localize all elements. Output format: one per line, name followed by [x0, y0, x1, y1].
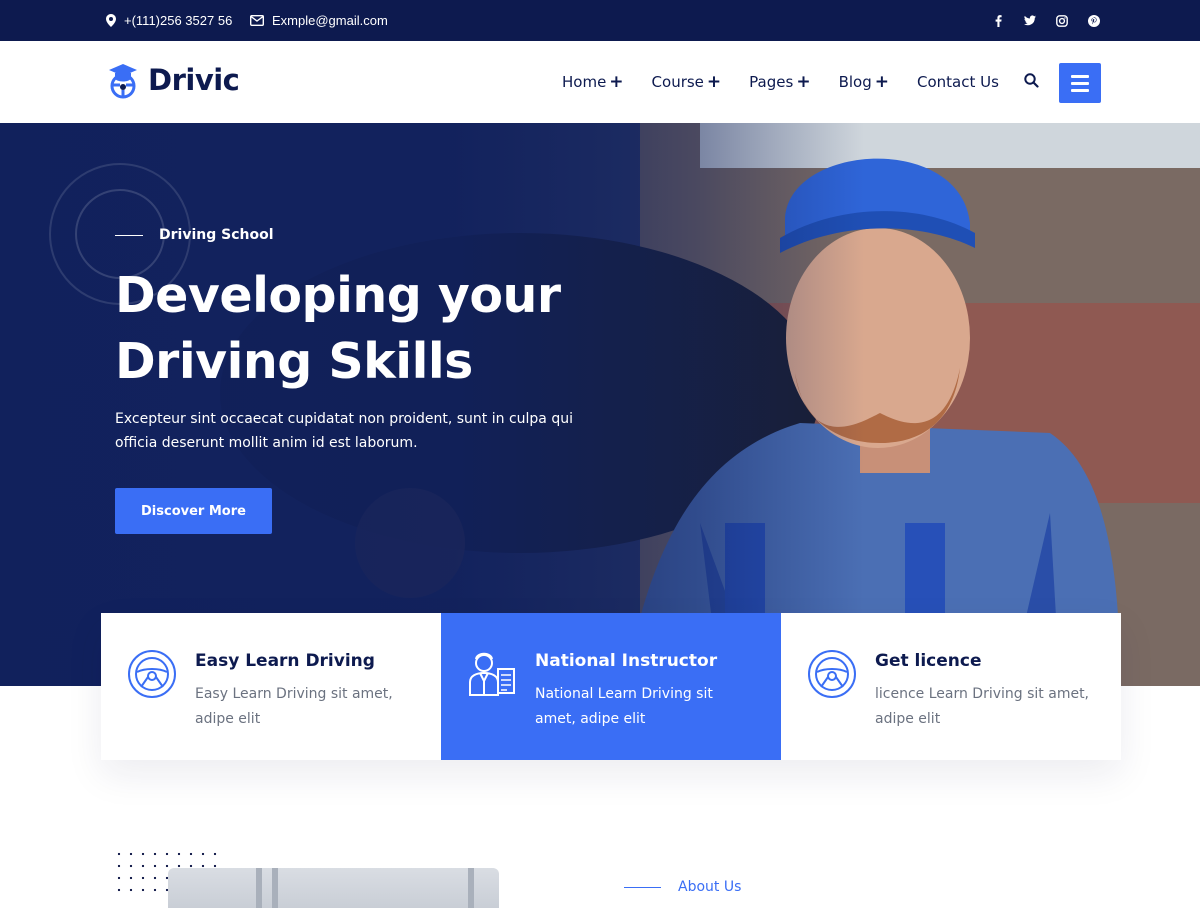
about-label-line — [624, 886, 661, 888]
feature-title: Get licence — [875, 651, 982, 671]
image-detail — [272, 868, 278, 908]
hero-title-line-1: Developing your — [115, 267, 561, 324]
image-detail — [468, 868, 474, 908]
hamburger-menu-button[interactable] — [1059, 63, 1101, 103]
nav-item-label: Pages — [749, 73, 794, 91]
nav-item-contact-us[interactable]: Contact Us — [917, 73, 999, 91]
phone-number: +(111)256 3527 56 — [124, 13, 233, 28]
feature-card-easy-learn-driving[interactable]: Easy Learn Driving Easy Learn Driving si… — [101, 613, 441, 760]
hamburger-line — [1071, 88, 1089, 92]
nav-item-course[interactable]: Course + — [652, 72, 722, 92]
nav-item-label: Contact Us — [916, 73, 999, 91]
envelope-icon — [250, 15, 264, 26]
feature-description: Easy Learn Driving sit amet, adipe elit — [195, 686, 393, 727]
nav-item-pages[interactable]: Pages + — [749, 72, 810, 92]
about-us-label: About Us — [624, 879, 741, 895]
about-label-text: About Us — [678, 879, 742, 895]
feature-description: licence Learn Driving sit amet, adipe el… — [875, 686, 1090, 727]
steering-wheel-icon — [128, 650, 176, 698]
nav-item-blog[interactable]: Blog + — [839, 72, 889, 92]
feature-card-get-licence[interactable]: Get licence licence Learn Driving sit am… — [781, 613, 1121, 760]
facebook-icon[interactable] — [992, 14, 1004, 27]
nav-item-label: Home — [562, 73, 607, 91]
feature-title: Easy Learn Driving — [195, 651, 375, 671]
hero-eyebrow: Driving School — [115, 227, 274, 243]
main-header: Drivic Home + Course + Pages + Blog + Contac… — [0, 41, 1200, 123]
phone-contact[interactable]: +(111)256 3527 56 — [106, 0, 232, 41]
hero-description: Excepteur sint occaecat cupidatat non pr… — [115, 411, 573, 451]
eyebrow-line — [115, 234, 143, 236]
email-contact[interactable]: Exmple@gmail.com — [250, 0, 388, 41]
hamburger-line — [1071, 74, 1089, 78]
plus-icon: + — [874, 72, 889, 92]
feature-title: National Instructor — [535, 651, 718, 671]
about-image — [168, 868, 499, 908]
hero-section: Driving School Developing your Driving S… — [0, 123, 1200, 686]
steering-wheel-icon — [808, 650, 856, 698]
hero-title-line-2: Driving Skills — [115, 333, 473, 390]
social-links — [992, 0, 1100, 41]
discover-more-button[interactable]: Discover More — [115, 488, 272, 534]
feature-description: National Learn Driving sit amet, adipe e… — [535, 686, 713, 727]
instagram-icon[interactable] — [1056, 14, 1068, 27]
pinterest-icon[interactable] — [1088, 14, 1100, 27]
plus-icon: + — [796, 72, 811, 92]
twitter-icon[interactable] — [1024, 15, 1036, 27]
nav-item-label: Course — [651, 73, 704, 91]
hero-title: Developing your Driving Skills — [115, 263, 635, 395]
plus-icon: + — [706, 72, 722, 92]
eyebrow-text: Driving School — [159, 227, 274, 243]
nav-item-label: Blog — [838, 73, 872, 91]
plus-icon: + — [609, 72, 624, 92]
logo-icon — [109, 64, 137, 99]
hamburger-line — [1071, 81, 1089, 85]
top-bar: +(111)256 3527 56 Exmple@gmail.com — [0, 0, 1200, 41]
email-address: Exmple@gmail.com — [272, 13, 388, 28]
main-navigation: Home + Course + Pages + Blog + Contact Us — [562, 41, 1027, 123]
site-logo[interactable]: Drivic — [106, 61, 240, 99]
instructor-icon — [469, 652, 515, 696]
image-detail — [256, 868, 262, 908]
feature-cards: Easy Learn Driving Easy Learn Driving si… — [101, 613, 1121, 760]
location-pin-icon — [106, 14, 116, 27]
feature-card-national-instructor[interactable]: National Instructor National Learn Drivi… — [441, 613, 781, 760]
search-icon[interactable] — [1024, 73, 1039, 93]
nav-item-home[interactable]: Home + — [562, 72, 624, 92]
logo-text: Drivic — [148, 63, 240, 97]
